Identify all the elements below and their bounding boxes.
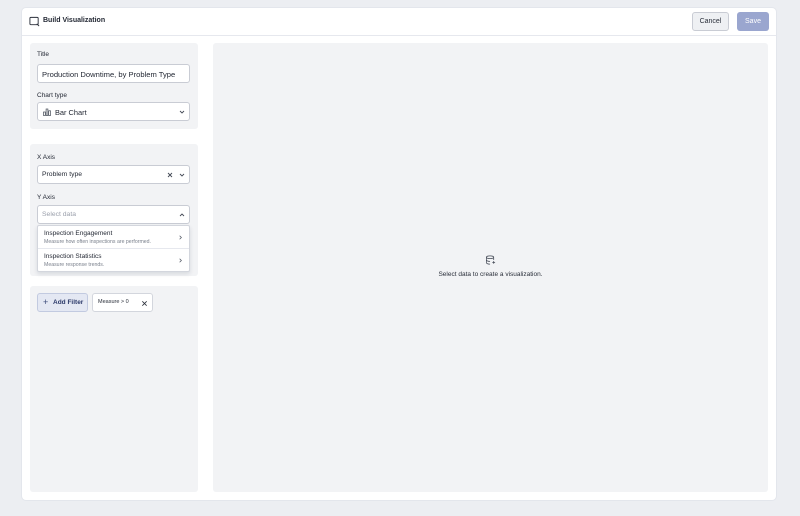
chevron-down-icon [179, 173, 185, 177]
empty-state-message: Select data to create a visualization. [438, 271, 543, 278]
chevron-down-icon [179, 110, 185, 114]
remove-filter-icon[interactable] [141, 300, 148, 307]
visualization-icon [29, 16, 40, 27]
option-description: Measure how often inspections are perfor… [44, 239, 151, 245]
dialog-header: Build Visualization Cancel Save [22, 8, 776, 36]
y-axis-placeholder: Select data [42, 211, 77, 218]
y-axis-label: Y Axis [37, 194, 55, 201]
title-input[interactable]: Production Downtime, by Problem Type [37, 64, 190, 83]
filter-chip[interactable]: Measure > 0 [92, 293, 153, 312]
y-axis-option-inspection-engagement[interactable]: Inspection Engagement Measure how often … [38, 226, 189, 249]
data-source-icon [486, 255, 496, 265]
option-title: Inspection Statistics [44, 253, 102, 260]
x-axis-select[interactable]: Problem type [37, 165, 190, 184]
add-filter-label: Add Filter [53, 299, 84, 306]
plus-icon: + [43, 297, 49, 307]
chevron-right-icon [179, 258, 182, 263]
chevron-right-icon [179, 235, 182, 240]
dialog-title: Build Visualization [43, 17, 106, 24]
title-label: Title [37, 51, 50, 58]
y-axis-dropdown: Inspection Engagement Measure how often … [37, 225, 190, 272]
clear-icon[interactable] [166, 171, 174, 179]
visualization-preview: Select data to create a visualization. [213, 43, 768, 492]
filters-panel [30, 286, 198, 492]
option-title: Inspection Engagement [44, 230, 113, 237]
chart-type-label: Chart type [37, 92, 67, 99]
x-axis-label: X Axis [37, 154, 56, 161]
option-description: Measure response trends. [44, 262, 105, 268]
title-input-value: Production Downtime, by Problem Type [42, 70, 176, 79]
y-axis-select[interactable]: Select data [37, 205, 190, 224]
add-filter-button[interactable]: + Add Filter [37, 293, 88, 312]
save-button[interactable]: Save [737, 12, 769, 31]
cancel-button[interactable]: Cancel [692, 12, 729, 31]
filter-chip-label: Measure > 0 [98, 299, 129, 305]
bar-chart-icon [43, 108, 51, 116]
chart-type-value: Bar Chart [55, 108, 87, 117]
build-visualization-dialog: Build Visualization Cancel Save Title Pr… [22, 8, 776, 500]
y-axis-option-inspection-statistics[interactable]: Inspection Statistics Measure response t… [38, 249, 189, 272]
chart-type-select[interactable]: Bar Chart [37, 102, 190, 121]
x-axis-value: Problem type [42, 171, 83, 178]
chevron-up-icon [179, 213, 185, 217]
